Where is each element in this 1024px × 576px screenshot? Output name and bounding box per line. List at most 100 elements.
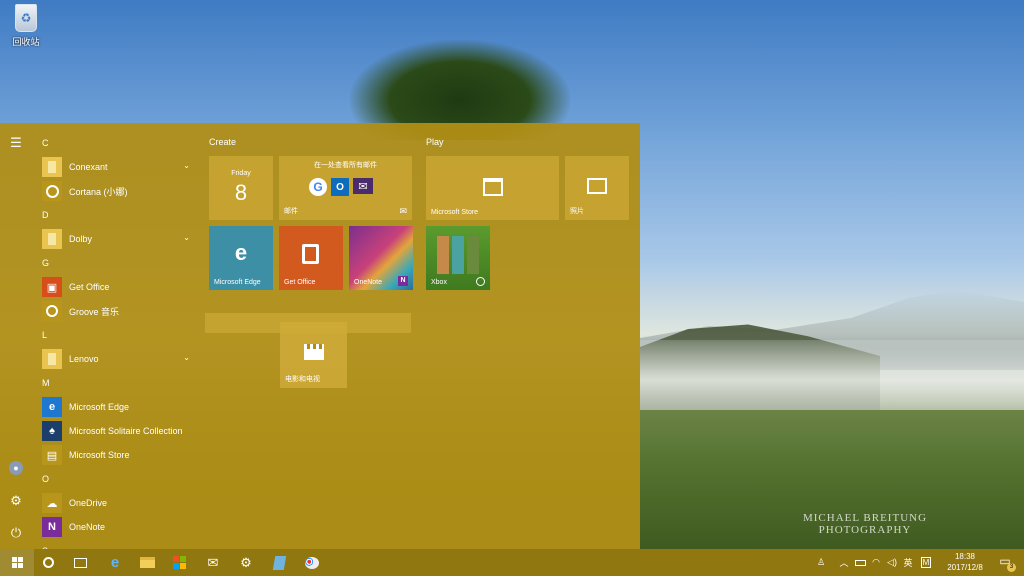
store-bag-icon [483,178,503,196]
app-list-folder[interactable]: Dolby ⌄ [36,227,196,251]
cortana-search-button[interactable] [32,549,64,576]
taskbar-store-button[interactable] [163,549,195,576]
taskbar-settings-button[interactable]: ⚙ [230,549,262,576]
settings-gear-icon[interactable]: ⚙ [8,493,24,509]
app-list-letter-header[interactable]: M [36,371,196,395]
tile-calendar[interactable]: Friday 8 [209,156,273,220]
battery-button[interactable] [852,549,868,576]
outlook-icon: O [331,178,349,196]
tile-microsoft-store[interactable]: Microsoft Store [426,156,559,220]
network-button[interactable]: ◠ [868,549,884,576]
battery-icon [854,559,866,566]
ime-mode-button[interactable]: M [918,549,934,576]
windows-logo-icon [11,557,23,568]
clock-date: 2017/12/8 [947,563,983,572]
wallpaper-watermark: MICHAEL BREITUNG PHOTOGRAPHY [800,512,930,536]
hamburger-menu-icon[interactable]: ☰ [8,135,24,151]
app-list-item-label: Microsoft Solitaire Collection [69,426,183,436]
action-center-button[interactable]: ▭ 3 [996,554,1016,572]
user-avatar-icon[interactable]: ● [9,461,23,475]
notebook-app-icon [272,555,286,570]
cortana-icon [42,181,62,201]
tile-get-office[interactable]: Get Office [279,226,343,290]
tile-onenote[interactable]: OneNote N [349,226,413,290]
app-list-item[interactable]: N OneNote [36,515,196,539]
wifi-icon: ◠ [872,557,880,567]
watermark-line1: MICHAEL BREITUNG [802,512,928,524]
edge-icon: e [42,397,62,417]
app-list-item[interactable]: ▤ Microsoft Store [36,443,196,467]
taskbar-file-explorer-button[interactable] [131,549,163,576]
folder-icon [42,229,62,249]
tile-movies-tv[interactable]: 电影和电视 [280,322,347,388]
taskbar-edge-button[interactable]: e [99,549,131,576]
tile-microsoft-edge[interactable]: e Microsoft Edge [209,226,273,290]
taskbar-app-button-2[interactable] [296,549,328,576]
mail-icon: ✉ [207,554,219,570]
task-view-button[interactable] [64,549,96,576]
wallpaper-mist [640,340,1024,420]
task-view-icon [73,557,87,568]
power-icon[interactable]: ⏻ [8,525,24,541]
edge-tile-icon: e [234,240,248,265]
mail-provider-icons: G O ✉ [309,178,373,196]
app-list-letter-header[interactable]: D [36,203,196,227]
ime-language-button[interactable]: 英 [900,549,916,576]
tile-office-label: Get Office [284,279,316,286]
start-button[interactable] [0,549,34,576]
app-list-letter-header[interactable]: S [36,539,196,549]
volume-button[interactable]: ◁) [884,549,900,576]
app-list-letter-header[interactable]: L [36,323,196,347]
tile-photos[interactable]: 照片 [565,156,629,220]
office-tile-icon [302,244,319,264]
mail-heading: 在一处查看所有邮件 [314,162,377,169]
cortana-circle-icon [42,557,54,568]
people-icon: ♙ [816,557,826,567]
app-list-item[interactable]: ☁ OneDrive [36,491,196,515]
app-list-item-label: OneNote [69,522,106,532]
app-list-letter-header[interactable]: G [36,251,196,275]
people-button[interactable]: ♙ [812,549,830,576]
app-list-item[interactable]: Groove 音乐 [36,299,196,323]
tile-store-label: Microsoft Store [431,209,479,216]
onedrive-icon: ☁ [42,493,62,513]
store-icon [172,556,186,569]
app-list-item-label: Lenovo [69,354,99,364]
file-explorer-icon [139,557,155,568]
tile-xbox[interactable]: Xbox [426,226,490,290]
settings-icon: ⚙ [240,554,252,570]
tile-photos-label: 照片 [570,208,584,215]
app-list-item[interactable]: Cortana (小娜) [36,179,196,203]
app-list-letter-header[interactable]: C [36,131,196,155]
mail-envelope-icon: ✉ [353,178,373,194]
taskbar-clock[interactable]: 18:38 2017/12/8 [940,551,990,573]
onenote-small-icon: N [398,276,408,286]
chevron-down-icon: ⌄ [183,353,190,362]
tile-mail[interactable]: 在一处查看所有邮件 G O ✉ 邮件 ✉ [279,156,412,220]
photos-icon [587,178,607,194]
edge-icon: e [110,554,120,571]
watermark-line2: PHOTOGRAPHY [818,524,912,536]
app-list-folder[interactable]: Conexant ⌄ [36,155,196,179]
app-list-item[interactable]: e Microsoft Edge [36,395,196,419]
app-list-item-label: Cortana (小娜) [69,186,128,197]
recycle-bin-shortcut[interactable]: 回收站 [6,4,46,48]
app-list-item[interactable]: ♠ Microsoft Solitaire Collection [36,419,196,443]
speaker-icon: ◁) [887,557,897,567]
app-list-item[interactable]: ▣ Get Office [36,275,196,299]
office-icon: ▣ [42,277,62,297]
store-icon: ▤ [42,445,62,465]
google-icon: G [309,178,327,196]
app-list-item-label: OneDrive [69,498,108,508]
tile-xbox-label: Xbox [431,279,447,286]
groove-icon [42,301,62,321]
app-list-letter-header[interactable]: O [36,467,196,491]
taskbar-mail-button[interactable]: ✉ [197,549,229,576]
show-hidden-icons-button[interactable]: ︿ [836,549,852,576]
clock-time: 18:38 [954,552,976,561]
app-list-folder[interactable]: Lenovo ⌄ [36,347,196,371]
group-title-create: Create [209,137,237,147]
app-list-item-label: Microsoft Edge [69,402,130,412]
taskbar-app-button-1[interactable] [263,549,295,576]
chevron-down-icon: ⌄ [183,161,190,170]
